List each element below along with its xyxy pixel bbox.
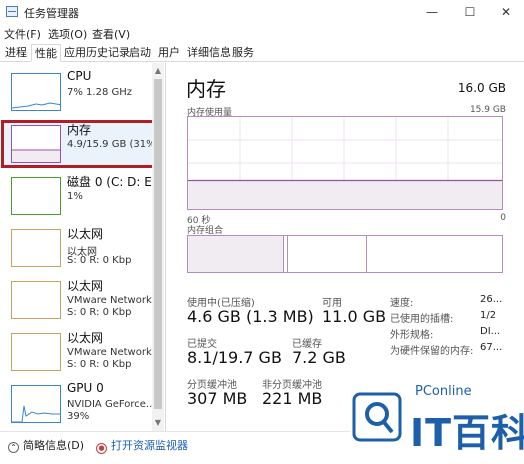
sidebar-item-value: S: 0 R: 0 Kbp	[67, 255, 132, 266]
hardware-reserved-label: 为硬件保留的内存:	[390, 346, 474, 357]
scroll-down-icon[interactable]: ▼	[152, 417, 164, 429]
gpu-thumbnail	[11, 385, 61, 423]
time-axis-right: 0	[500, 213, 506, 223]
slots-label: 已使用的插槽:	[390, 314, 454, 325]
pconline-logo-icon	[352, 392, 402, 442]
tab-services[interactable]: 服务	[229, 44, 257, 62]
sidebar-item-adapter: VMware Network ...	[67, 295, 165, 306]
tab-processes[interactable]: 进程	[2, 44, 30, 62]
selection-highlight	[1, 120, 163, 168]
memory-usage-graph	[187, 116, 503, 210]
page-title: 内存	[186, 77, 226, 101]
close-button[interactable]: ✕	[494, 2, 518, 22]
composition-standby	[288, 236, 367, 272]
memory-total: 16.0 GB	[457, 81, 506, 95]
tab-performance[interactable]: 性能	[31, 44, 61, 62]
form-factor-label: 外形规格:	[390, 330, 434, 341]
committed-value: 8.1/19.7 GB	[187, 348, 282, 367]
sidebar-item-label: 以太网	[67, 331, 104, 345]
chevron-up-icon: ⌃	[8, 442, 19, 453]
resource-sidebar: CPU 7% 1.28 GHz 内存 4.9/15.9 GB (31%) 磁盘 …	[0, 63, 166, 431]
sidebar-item-label: GPU 0	[67, 381, 104, 395]
sidebar-item-ethernet-1[interactable]: 以太网 以太网 S: 0 R: 0 Kbp	[0, 221, 154, 273]
tab-bar: 进程 性能 应用历史记录 启动 用户 详细信息 服务	[0, 42, 524, 62]
fewer-details-label: 简略信息(D)	[23, 439, 85, 452]
memory-composition-bar	[187, 235, 503, 273]
nonpaged-pool-value: 221 MB	[262, 389, 323, 408]
disk-thumbnail	[11, 177, 61, 215]
sidebar-item-value: 39%	[67, 411, 90, 422]
tab-app-history[interactable]: 应用历史记录	[61, 44, 133, 62]
sidebar-item-value: S: 0 R: 0 Kbp	[67, 359, 132, 370]
hardware-reserved-value: 67...	[480, 342, 503, 353]
open-resource-monitor-label: 打开资源监视器	[111, 439, 188, 452]
tab-details[interactable]: 详细信息	[184, 44, 234, 62]
open-resource-monitor-link[interactable]: ● 打开资源监视器	[96, 437, 188, 454]
ethernet-thumbnail	[11, 333, 61, 371]
tab-users[interactable]: 用户	[155, 44, 183, 62]
tab-startup[interactable]: 启动	[126, 44, 154, 62]
sidebar-item-disk[interactable]: 磁盘 0 (C: D: E: 1%	[0, 169, 156, 221]
watermark-brand: IT百科	[410, 411, 524, 455]
available-value: 11.0 GB	[322, 307, 387, 326]
sidebar-item-label: 以太网	[67, 279, 104, 293]
sidebar-item-label: 磁盘 0 (C: D: E:	[67, 175, 156, 189]
scroll-up-icon[interactable]: ▲	[152, 65, 164, 77]
title-bar: 任务管理器 — ☐ ✕	[0, 0, 524, 24]
menu-bar: 文件(F) 选项(O) 查看(V)	[0, 24, 524, 42]
sidebar-item-value: 7% 1.28 GHz	[67, 87, 133, 98]
cpu-thumbnail	[11, 73, 61, 111]
watermark: PConline IT百科	[350, 382, 524, 464]
in-use-value: 4.6 GB (1.3 MB)	[187, 307, 314, 326]
menu-file[interactable]: 文件(F)	[4, 26, 41, 42]
fewer-details-button[interactable]: ⌃ 简略信息(D)	[8, 437, 84, 453]
slots-value: 1/2	[480, 310, 497, 321]
form-factor-value: DI...	[480, 326, 501, 337]
menu-options[interactable]: 选项(O)	[48, 26, 87, 42]
speed-label: 速度:	[390, 298, 414, 309]
paged-pool-value: 307 MB	[187, 389, 248, 408]
minimize-button[interactable]: —	[420, 2, 444, 22]
sidebar-item-gpu[interactable]: GPU 0 NVIDIA GeForce... 39%	[0, 377, 156, 429]
sidebar-item-value: S: 0 R: 0 Kbp	[67, 307, 132, 318]
sidebar-item-label: CPU	[67, 69, 92, 83]
resource-monitor-icon: ●	[96, 443, 107, 454]
usage-area	[188, 180, 502, 209]
speed-value: 26...	[480, 294, 503, 305]
task-manager-icon	[6, 6, 18, 17]
sidebar-item-value: 1%	[67, 191, 83, 202]
ethernet-thumbnail	[11, 281, 61, 319]
usage-max: 15.9 GB	[469, 105, 506, 115]
memory-panel: 内存 16.0 GB 内存使用量 15.9 GB 60 秒 0 内存组合 使用中…	[172, 63, 516, 431]
menu-view[interactable]: 查看(V)	[92, 26, 130, 42]
maximize-button[interactable]: ☐	[458, 2, 482, 22]
memory-usage-chart	[188, 117, 502, 209]
sidebar-item-ethernet-3[interactable]: 以太网 VMware Network ... S: 0 R: 0 Kbp	[0, 325, 164, 377]
composition-in-use	[188, 236, 284, 272]
sidebar-item-cpu[interactable]: CPU 7% 1.28 GHz	[0, 65, 154, 117]
sidebar-item-adapter: NVIDIA GeForce...	[67, 399, 156, 410]
watermark-site: PConline	[415, 384, 472, 399]
scroll-thumb[interactable]	[154, 79, 162, 409]
sidebar-item-label: 以太网	[67, 227, 104, 241]
sidebar-item-adapter: VMware Network ...	[67, 347, 165, 358]
ethernet-thumbnail	[11, 229, 61, 267]
window-title: 任务管理器	[24, 7, 79, 20]
sidebar-scrollbar[interactable]: ▲ ▼	[152, 63, 164, 431]
cached-value: 7.2 GB	[292, 348, 346, 367]
sidebar-item-ethernet-2[interactable]: 以太网 VMware Network ... S: 0 R: 0 Kbp	[0, 273, 164, 325]
